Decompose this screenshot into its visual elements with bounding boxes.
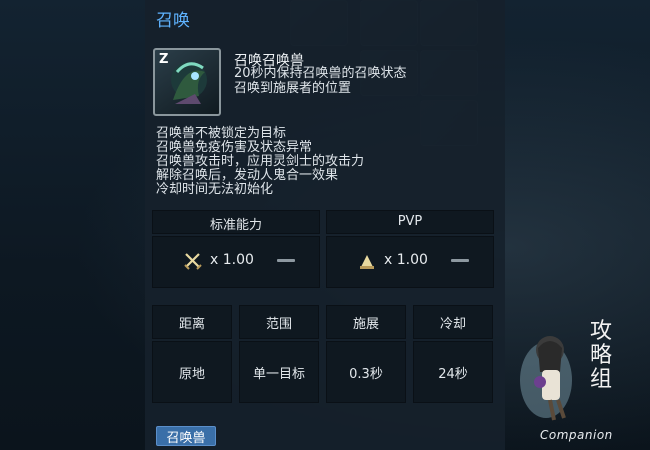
minus-icon [451, 259, 469, 262]
summon-beast-icon [171, 62, 207, 104]
description-line: 冷却时间无法初始化 [156, 182, 274, 197]
description-line: 召唤兽免疫伤害及状态异常 [156, 140, 313, 155]
pvp-helmet-icon [360, 255, 374, 269]
pvp-multiplier: x 1.00 [384, 252, 428, 268]
tooltip-title: 召唤 [156, 11, 190, 31]
standard-header: 标准能力 [209, 218, 262, 233]
calligraphy-char: 组 [590, 367, 613, 392]
description-line: 解除召唤后，发动人鬼合一效果 [156, 168, 339, 183]
calligraphy-char: 攻 [590, 319, 613, 344]
skill-effect-line: 召唤到施展者的位置 [234, 81, 352, 96]
cooldown-value: 24秒 [413, 341, 493, 403]
pvp-header: PVP [397, 214, 423, 229]
crossed-swords-icon [184, 253, 202, 270]
distance-header: 距离 [152, 305, 232, 339]
range-value: 单一目标 [239, 341, 319, 403]
distance-value: 原地 [152, 341, 232, 403]
skill-icon: Z [153, 48, 221, 116]
watermark-text: Companion [540, 428, 613, 442]
skill-effect-line: 20秒内保持召唤兽的召唤状态 [234, 66, 407, 81]
minus-icon [277, 259, 295, 262]
cooldown-header: 冷却 [413, 305, 493, 339]
description-line: 召唤兽不被锁定为目标 [156, 126, 287, 141]
calligraphy-char: 略 [590, 343, 613, 368]
cast-time-value: 0.3秒 [326, 341, 406, 403]
mascot-watermark-icon [520, 336, 572, 421]
watermark-calligraphy: 攻 略 组 [590, 320, 612, 392]
range-header: 范围 [239, 305, 319, 339]
skill-description: 召唤兽不被锁定为目标 召唤兽免疫伤害及状态异常 召唤兽攻击时，应用灵剑士的攻击力… [156, 127, 364, 197]
description-line: 召唤兽攻击时，应用灵剑士的攻击力 [156, 154, 365, 169]
summon-tag-button[interactable]: 召唤兽 [156, 426, 216, 446]
cast-time-header: 施展 [326, 305, 406, 339]
standard-multiplier: x 1.00 [210, 252, 254, 268]
